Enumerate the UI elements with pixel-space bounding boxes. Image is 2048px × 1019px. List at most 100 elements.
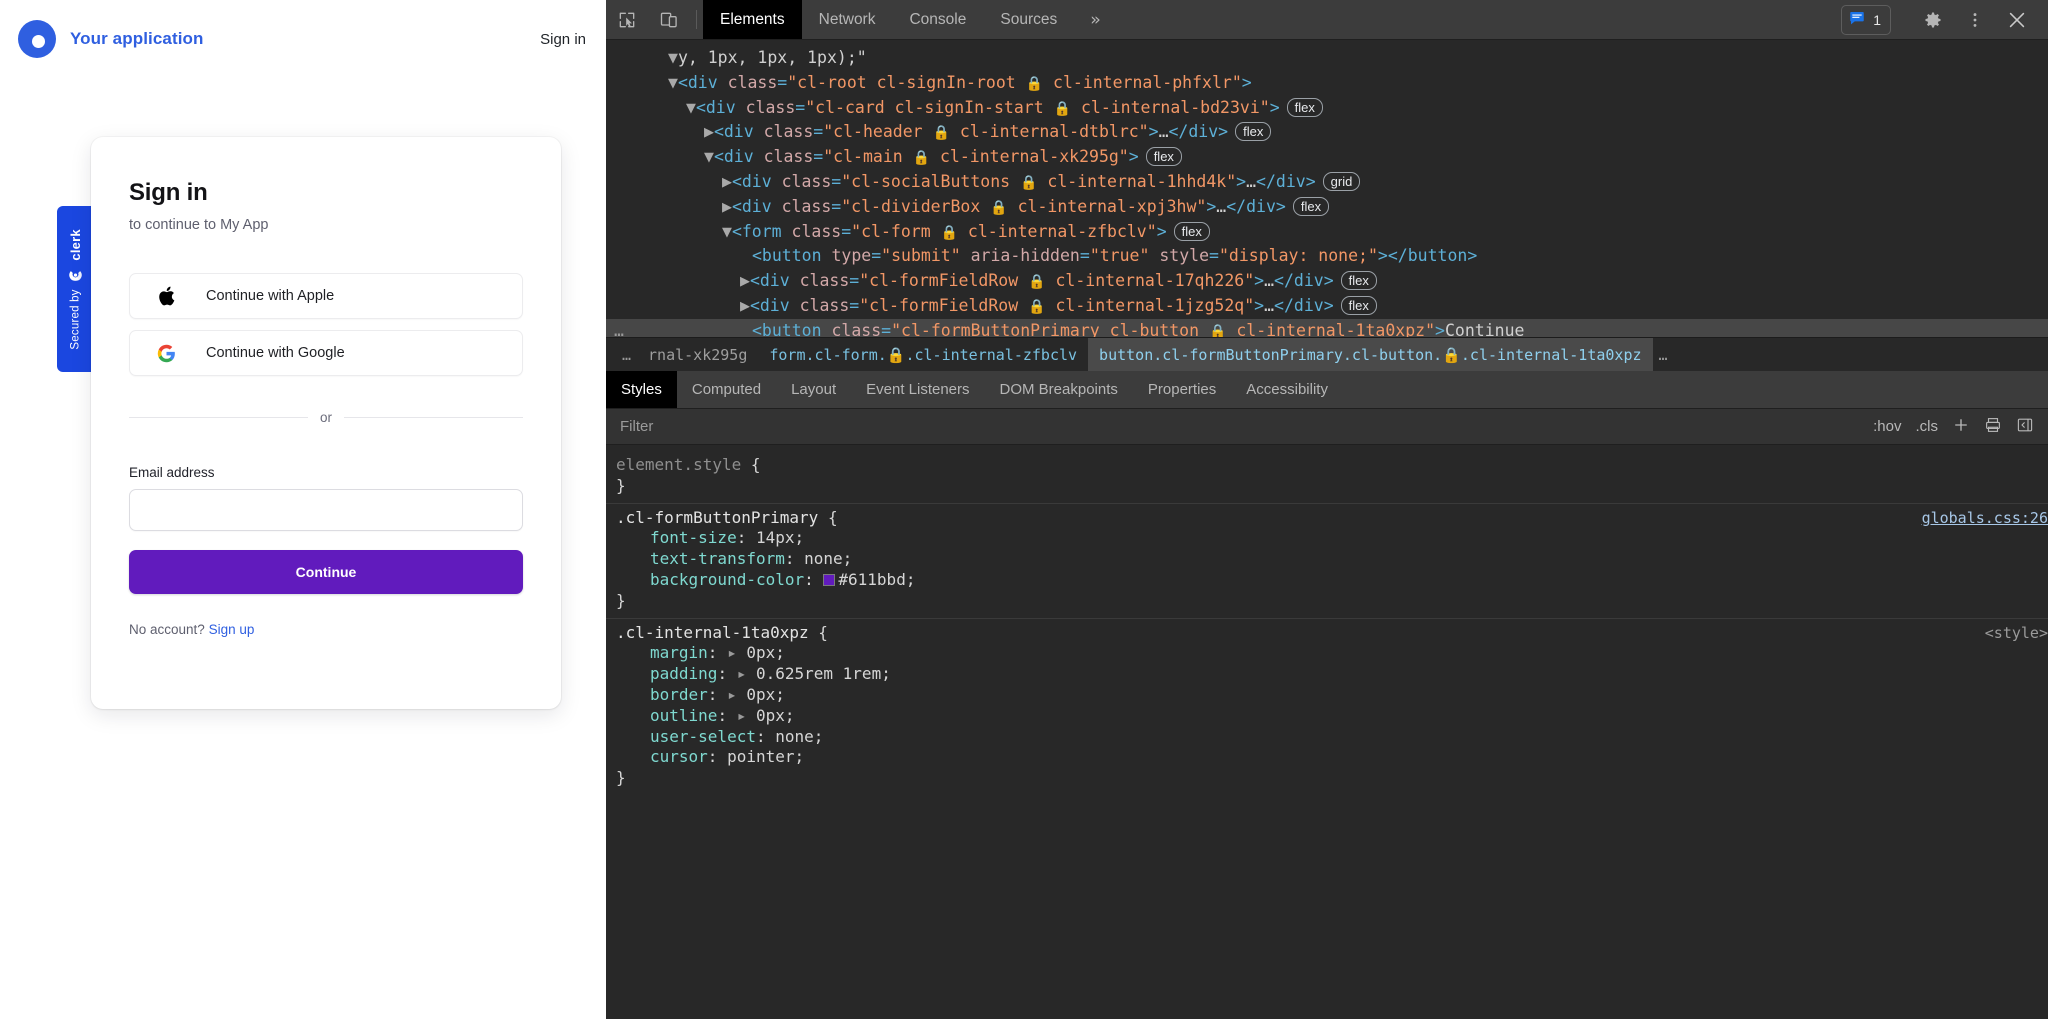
header-sign-in-link[interactable]: Sign in (540, 31, 586, 48)
close-icon[interactable] (1996, 9, 2038, 31)
expand-shorthand-icon[interactable]: ▸ (737, 706, 756, 725)
dom-token-lock: 🔒 (933, 125, 950, 141)
css-rule-origin[interactable]: <style> (1985, 623, 2048, 644)
dom-row[interactable]: ▼<div class="cl-card cl-signIn-start 🔒 c… (606, 96, 2048, 121)
dom-row[interactable]: ▼<div class="cl-root cl-signIn-root 🔒 cl… (606, 71, 2048, 96)
tab-network[interactable]: Network (802, 0, 893, 39)
css-rule[interactable]: element.style {} (606, 451, 2048, 503)
twisty-expanded-icon[interactable]: ▼ (668, 73, 678, 92)
twisty-expanded-icon[interactable]: ▼ (668, 48, 678, 67)
dom-token-tag: > (1236, 172, 1246, 191)
css-declaration[interactable]: margin: ▸ 0px; (616, 643, 2048, 664)
layout-badge-flex[interactable]: flex (1287, 98, 1323, 117)
layout-badge-grid[interactable]: grid (1323, 172, 1361, 191)
inspect-element-icon[interactable] (606, 0, 648, 39)
dom-row[interactable]: ▶<div class="cl-socialButtons 🔒 cl-inter… (606, 170, 2048, 195)
expand-shorthand-icon[interactable]: ▸ (727, 643, 746, 662)
css-selector[interactable]: .cl-formButtonPrimary { (616, 508, 2048, 529)
breadcrumb-item-1[interactable]: form.cl-form.🔒.cl-internal-zfbclv (758, 346, 1088, 364)
dom-token-attr: class (764, 122, 814, 141)
styles-tab-computed[interactable]: Computed (677, 371, 776, 408)
brand[interactable]: Your application (18, 20, 204, 58)
breadcrumb-trailing[interactable]: … (1653, 346, 1674, 364)
styles-tab-properties[interactable]: Properties (1133, 371, 1231, 408)
more-tabs-chevron-icon[interactable]: » (1074, 0, 1116, 39)
layout-badge-flex[interactable]: flex (1146, 147, 1182, 166)
twisty-collapsed-icon[interactable]: ▶ (704, 122, 714, 141)
dom-row[interactable]: ▶<div class="cl-formFieldRow 🔒 cl-intern… (606, 294, 2048, 319)
css-rule-origin[interactable]: globals.css:26 (1922, 508, 2048, 529)
breadcrumb-item-0[interactable]: rnal-xk295g (637, 346, 758, 364)
layout-badge-flex[interactable]: flex (1341, 296, 1377, 315)
twisty-expanded-icon[interactable]: ▼ (686, 98, 696, 117)
dom-row[interactable]: ▼y, 1px, 1px, 1px);" (606, 46, 2048, 71)
issues-button[interactable]: 1 (1841, 5, 1891, 35)
css-declaration[interactable]: outline: ▸ 0px; (616, 706, 2048, 727)
styles-tab-layout[interactable]: Layout (776, 371, 851, 408)
dom-tree[interactable]: ▼y, 1px, 1px, 1px);"▼<div class="cl-root… (606, 40, 2048, 337)
dom-token-tag: > (1254, 271, 1264, 290)
css-rule[interactable]: globals.css:26.cl-formButtonPrimary {fon… (606, 503, 2048, 618)
dom-row[interactable]: ▶<div class="cl-dividerBox 🔒 cl-internal… (606, 195, 2048, 220)
css-rule[interactable]: <style>.cl-internal-1ta0xpz {margin: ▸ 0… (606, 618, 2048, 795)
continue-with-apple-button[interactable]: Continue with Apple (129, 273, 523, 319)
dom-token-attr: class (800, 296, 850, 315)
styles-tab-dom-breakpoints[interactable]: DOM Breakpoints (985, 371, 1133, 408)
twisty-expanded-icon[interactable]: ▼ (722, 222, 732, 241)
breadcrumb-item-2[interactable]: button.cl-formButtonPrimary.cl-button.🔒.… (1088, 338, 1652, 372)
css-rules-pane[interactable]: element.style {}globals.css:26.cl-formBu… (606, 445, 2048, 795)
hov-toggle[interactable]: :hov (1873, 418, 1901, 435)
tab-console[interactable]: Console (892, 0, 983, 39)
toggle-sidebar-icon[interactable] (2016, 416, 2034, 438)
divider-label: or (320, 410, 332, 425)
expand-shorthand-icon[interactable]: ▸ (737, 664, 756, 683)
tab-elements[interactable]: Elements (703, 0, 802, 39)
sign-up-link[interactable]: Sign up (209, 622, 255, 637)
dom-token-val: cl-internal-1jzg52q" (1046, 296, 1255, 315)
css-declaration[interactable]: cursor: pointer; (616, 747, 2048, 768)
css-selector[interactable]: .cl-internal-1ta0xpz { (616, 623, 2048, 644)
print-media-icon[interactable] (1984, 416, 2002, 438)
plus-icon[interactable] (1952, 416, 1970, 438)
device-toolbar-icon[interactable] (648, 0, 690, 39)
dom-row[interactable]: <button type="submit" aria-hidden="true"… (606, 244, 2048, 269)
layout-badge-flex[interactable]: flex (1174, 222, 1210, 241)
cls-toggle[interactable]: .cls (1916, 418, 1939, 435)
email-input[interactable] (129, 489, 523, 531)
continue-submit-button[interactable]: Continue (129, 550, 523, 594)
css-declaration[interactable]: padding: ▸ 0.625rem 1rem; (616, 664, 2048, 685)
dom-row[interactable]: ▼<form class="cl-form 🔒 cl-internal-zfbc… (606, 220, 2048, 245)
kebab-menu-icon[interactable] (1954, 10, 1996, 30)
twisty-expanded-icon[interactable]: ▼ (704, 147, 714, 166)
css-declaration[interactable]: background-color: #611bbd; (616, 570, 2048, 591)
layout-badge-flex[interactable]: flex (1235, 122, 1271, 141)
dom-row[interactable]: ▼<div class="cl-main 🔒 cl-internal-xk295… (606, 145, 2048, 170)
continue-with-google-button[interactable]: Continue with Google (129, 330, 523, 376)
css-declaration[interactable]: border: ▸ 0px; (616, 685, 2048, 706)
twisty-collapsed-icon[interactable]: ▶ (740, 296, 750, 315)
twisty-collapsed-icon[interactable]: ▶ (722, 197, 732, 216)
dom-row-selected[interactable]: …<button class="cl-formButtonPrimary cl-… (606, 319, 2048, 337)
secured-by-clerk-badge[interactable]: Secured by clerk (57, 206, 93, 372)
styles-tab-styles[interactable]: Styles (606, 371, 677, 408)
breadcrumb-overflow[interactable]: … (616, 346, 637, 364)
styles-filter-input[interactable] (618, 417, 1318, 436)
twisty-collapsed-icon[interactable]: ▶ (722, 172, 732, 191)
gear-icon[interactable] (1912, 10, 1954, 30)
css-selector[interactable]: element.style { (616, 455, 2048, 476)
expand-shorthand-icon[interactable]: ▸ (727, 685, 746, 704)
css-declaration[interactable]: text-transform: none; (616, 549, 2048, 570)
color-swatch[interactable] (823, 574, 835, 586)
dom-token-attr: class (746, 98, 796, 117)
breadcrumb[interactable]: …rnal-xk295gform.cl-form.🔒.cl-internal-z… (606, 337, 2048, 371)
styles-tab-event-listeners[interactable]: Event Listeners (851, 371, 984, 408)
dom-row[interactable]: ▶<div class="cl-header 🔒 cl-internal-dtb… (606, 120, 2048, 145)
styles-tab-accessibility[interactable]: Accessibility (1231, 371, 1343, 408)
css-declaration[interactable]: font-size: 14px; (616, 528, 2048, 549)
layout-badge-flex[interactable]: flex (1293, 197, 1329, 216)
dom-row[interactable]: ▶<div class="cl-formFieldRow 🔒 cl-intern… (606, 269, 2048, 294)
twisty-collapsed-icon[interactable]: ▶ (740, 271, 750, 290)
layout-badge-flex[interactable]: flex (1341, 271, 1377, 290)
css-declaration[interactable]: user-select: none; (616, 727, 2048, 748)
tab-sources[interactable]: Sources (983, 0, 1074, 39)
